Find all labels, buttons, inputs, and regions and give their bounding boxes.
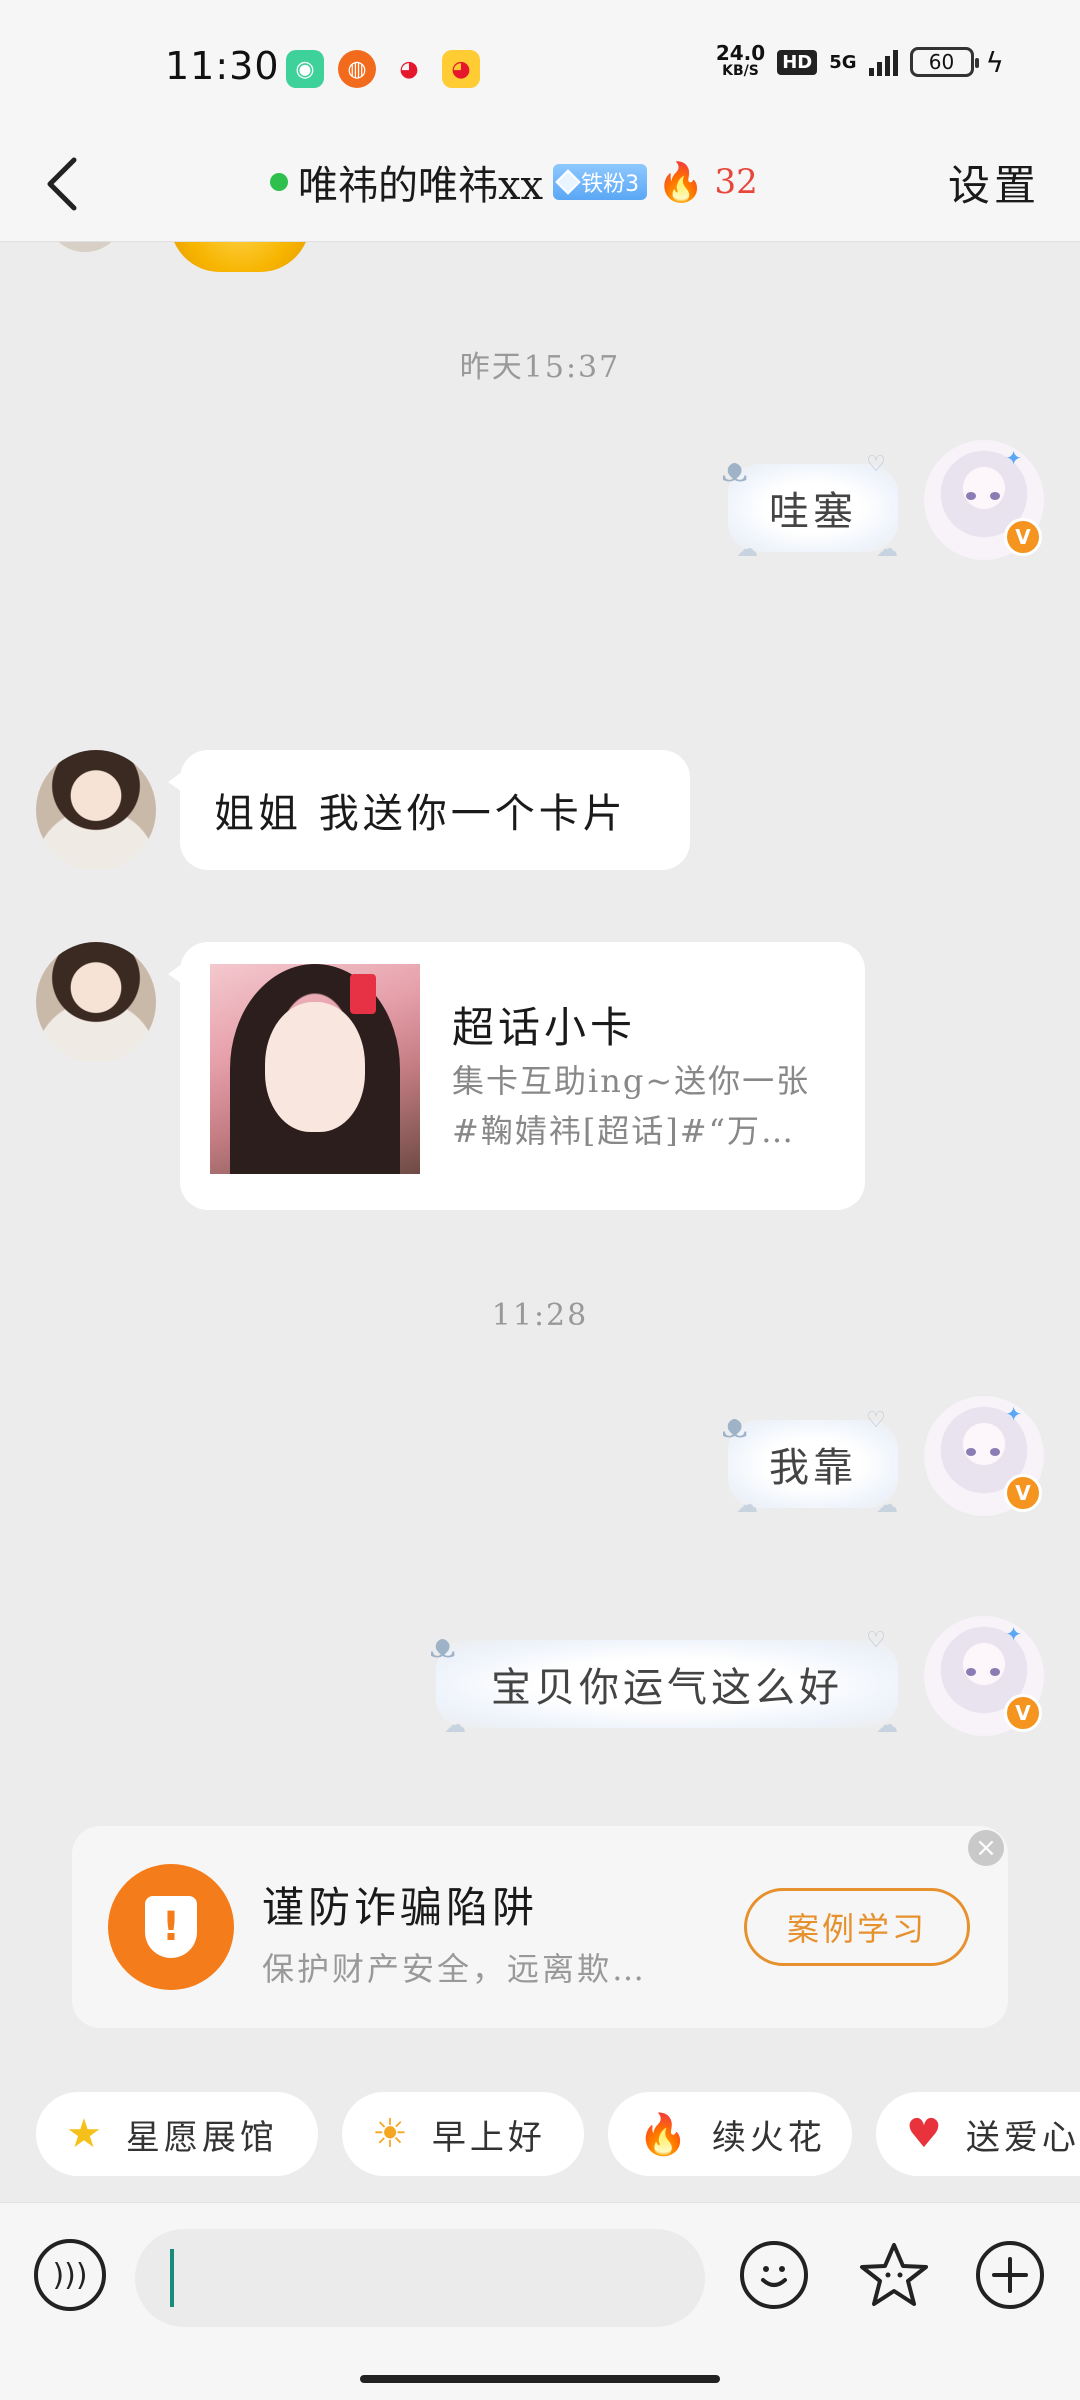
verified-badge-icon: V (1004, 1474, 1042, 1512)
sun-icon: ☀ (372, 2111, 412, 2157)
star-face-icon (860, 2243, 928, 2306)
chip-continue-fire[interactable]: 🔥 续火花 (608, 2092, 852, 2176)
message-input[interactable] (135, 2229, 705, 2327)
anti-fraud-banner: ! 谨防诈骗陷阱 保护财产安全，远离欺… 案例学习 × (72, 1826, 1008, 2028)
fire-icon: 🔥 (638, 2111, 692, 2158)
close-icon[interactable]: × (968, 1830, 1004, 1866)
cloud-decoration-icon: ☁ (444, 1713, 470, 1738)
contact-avatar[interactable] (36, 942, 156, 1062)
emoji-button[interactable] (738, 2239, 810, 2311)
fire-streak-count: 32 (714, 162, 758, 202)
chat-header: 唯祎的唯祎xx 铁粉3 🔥 32 设置 (0, 130, 1080, 242)
smiley-icon (740, 2241, 808, 2309)
butterfly-icon: ✦ (1005, 1622, 1022, 1646)
chip-label: 星愿展馆 (125, 2117, 278, 2158)
plus-icon (976, 2241, 1044, 2309)
avatar[interactable] (45, 242, 125, 252)
fan-level-label: 铁粉3 (581, 172, 640, 197)
card-desc-line: 集卡互助ing~送你一张 (452, 1062, 811, 1100)
message-text: 姐姐 我送你一个卡片 (214, 791, 627, 837)
bow-decoration-icon: ᴥ (722, 450, 752, 490)
status-indicators: 24.0 KB/S HD 5G 60 ϟ (715, 41, 1004, 80)
network-type: 5G (829, 51, 857, 73)
status-bar: 11:30 ◉ ◍ ◕ ◕ 24.0 KB/S HD 5G 60 ϟ (0, 0, 1080, 130)
back-button[interactable] (30, 148, 100, 218)
butterfly-icon: ✦ (1005, 1402, 1022, 1426)
cloud-decoration-icon: ☁ (876, 537, 902, 562)
cloud-decoration-icon: ☁ (736, 537, 762, 562)
sound-wave-icon: ))) (52, 2257, 88, 2293)
quick-reply-chips: ★ 星愿展馆 ☀ 早上好 🔥 续火花 ♥ 送爱心 (0, 2092, 1080, 2176)
chip-good-morning[interactable]: ☀ 早上好 (342, 2092, 584, 2176)
sent-message-bubble[interactable]: ᴥ ♡ 我靠 ☁ ☁ (722, 1406, 898, 1518)
fraud-banner-description: 保护财产安全，远离欺… (262, 1950, 648, 1988)
cloud-decoration-icon: ☁ (876, 1493, 902, 1518)
received-message-bubble[interactable]: 姐姐 我送你一个卡片 (168, 750, 690, 870)
message-text: 我靠 (769, 1445, 857, 1491)
chat-title-group[interactable]: 唯祎的唯祎xx 铁粉3 🔥 32 (270, 152, 758, 212)
charging-icon: ϟ (985, 45, 1004, 79)
message-text: 宝贝你运气这么好 (491, 1665, 843, 1711)
hd-icon: HD (777, 49, 818, 75)
home-indicator[interactable] (360, 2375, 720, 2383)
chat-title: 唯祎的唯祎xx (298, 163, 544, 209)
battery-level: 60 (928, 50, 955, 74)
star-icon: ★ (66, 2111, 106, 2157)
voice-input-button[interactable]: ))) (34, 2239, 106, 2311)
chevron-left-icon (47, 157, 77, 211)
heart-decoration-icon: ♡ (866, 1408, 890, 1433)
case-study-button[interactable]: 案例学习 (744, 1888, 970, 1966)
message-timestamp: 11:28 (491, 1298, 589, 1333)
butterfly-icon: ✦ (1005, 446, 1022, 470)
battery-icon: 60 (909, 47, 979, 77)
verified-badge-icon: V (1004, 518, 1042, 556)
card-image (210, 964, 420, 1174)
supertopic-card-message[interactable]: 超话小卡 集卡互助ing~送你一张 #鞠婧祎[超话]#“万… (168, 942, 865, 1210)
net-speed-value: 24.0 (715, 41, 766, 65)
app-icon-green: ◉ (286, 50, 324, 88)
sticker-button[interactable] (858, 2239, 930, 2311)
app-icon-orange: ◍ (338, 50, 376, 88)
diamond-icon (555, 169, 581, 195)
chip-label: 送爱心 (965, 2117, 1080, 2158)
sent-message-bubble[interactable]: ᴥ ♡ 哇塞 ☁ ☁ (722, 450, 898, 562)
fan-level-badge: 铁粉3 (553, 164, 648, 200)
message-text: 哇塞 (769, 489, 857, 535)
bow-decoration-icon: ᴥ (722, 1406, 752, 1446)
signal-icon (868, 48, 898, 76)
chip-send-love[interactable]: ♥ 送爱心 (876, 2092, 1080, 2176)
message-timestamp: 昨天15:37 (459, 350, 621, 385)
card-description: 集卡互助ing~送你一张 #鞠婧祎[超话]#“万… (452, 1056, 832, 1156)
fire-icon: 🔥 (657, 159, 705, 204)
settings-button[interactable]: 设置 (948, 152, 1040, 213)
sent-message-bubble[interactable]: ᴥ ♡ 宝贝你运气这么好 ☁ ☁ (430, 1626, 898, 1738)
chip-label: 早上好 (431, 2117, 546, 2158)
net-speed-unit: KB/S (722, 63, 759, 79)
heart-decoration-icon: ♡ (866, 1628, 890, 1653)
text-cursor (170, 2249, 174, 2307)
heart-decoration-icon: ♡ (866, 452, 890, 477)
more-button[interactable] (974, 2239, 1046, 2311)
chip-label: 续火花 (711, 2117, 826, 2158)
verified-badge-icon: V (1004, 1694, 1042, 1732)
weibo-icon-yellow: ◕ (442, 50, 480, 88)
online-status-icon (270, 173, 288, 191)
cloud-decoration-icon: ☁ (736, 1493, 762, 1518)
chip-star-gallery[interactable]: ★ 星愿展馆 (36, 2092, 318, 2176)
weibo-icon: ◕ (399, 56, 419, 82)
shield-warning-icon: ! (108, 1864, 234, 1990)
heart-icon: ♥ (906, 2111, 946, 2157)
bow-decoration-icon: ᴥ (430, 1626, 460, 1666)
card-title: 超话小卡 (452, 1003, 637, 1052)
sticker-image[interactable] (170, 242, 310, 272)
cloud-decoration-icon: ☁ (876, 1713, 902, 1738)
status-time: 11:30 (165, 44, 280, 88)
contact-avatar[interactable] (36, 750, 156, 870)
card-desc-line: #鞠婧祎[超话]#“万… (452, 1112, 795, 1150)
net-speed: 24.0 KB/S (715, 41, 766, 80)
input-bar: ))) (0, 2202, 1080, 2400)
fraud-banner-title: 谨防诈骗陷阱 (262, 1883, 539, 1932)
status-app-icons: ◉ ◍ ◕ ◕ (286, 50, 480, 88)
